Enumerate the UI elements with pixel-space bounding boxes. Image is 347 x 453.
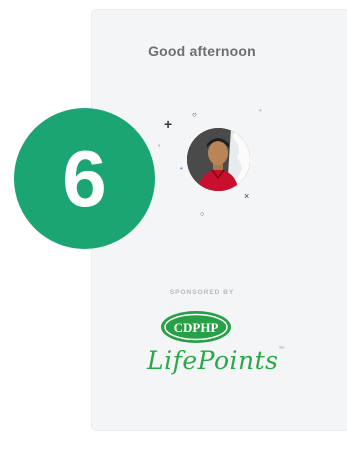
screenshot-stage: Good afternoon + ○ • • • × ○ SPONSORED B…	[0, 0, 347, 453]
lifepoints-logo: LifePoints™	[147, 346, 285, 375]
user-avatar-illustration	[187, 128, 250, 191]
dot-icon: •	[180, 164, 183, 173]
avatar-area: + ○ • • • × ○	[152, 95, 272, 218]
greeting-text: Good afternoon	[148, 43, 256, 59]
sponsored-by-label: SPONSORED BY	[169, 289, 235, 296]
trademark-mark: ™	[278, 346, 285, 353]
plus-icon: +	[164, 116, 173, 132]
x-icon: ×	[244, 191, 250, 201]
circle-icon: ○	[200, 211, 205, 218]
cdphp-logo: CDPHP	[161, 311, 231, 343]
lifepoints-logo-text: LifePoints	[147, 346, 279, 375]
dot-icon: •	[259, 106, 262, 115]
step-number-badge: 6	[14, 108, 155, 249]
cdphp-logo-text: CDPHP	[174, 320, 219, 335]
user-avatar-icon	[187, 128, 250, 191]
circle-icon: ○	[192, 110, 197, 119]
dot-icon: •	[158, 143, 161, 150]
